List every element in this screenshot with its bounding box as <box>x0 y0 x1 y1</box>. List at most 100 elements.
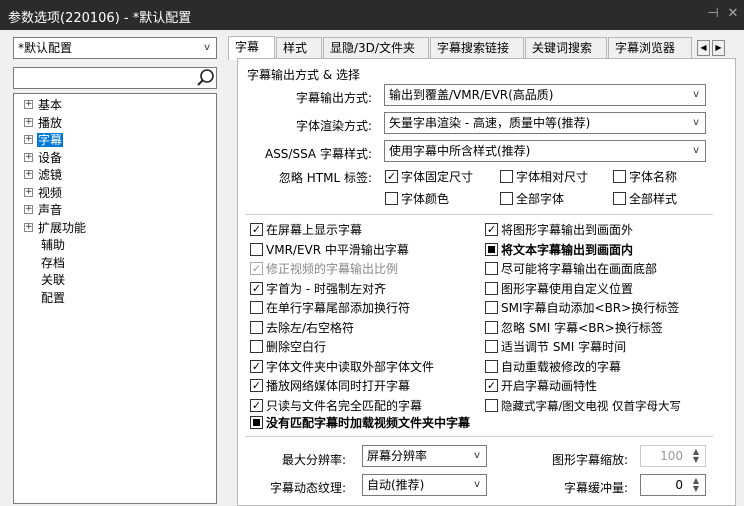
checkbox-box[interactable] <box>613 192 626 205</box>
ignore-all-fonts-checkbox[interactable]: 全部字体 <box>500 190 564 208</box>
option-checkbox[interactable]: 去除左/右空格符 <box>250 319 354 337</box>
checkbox-box[interactable] <box>485 223 498 236</box>
ignore-font-relative-size-checkbox[interactable]: 字体相对尺寸 <box>500 168 588 186</box>
option-checkbox[interactable]: 将文本字幕输出到画面内 <box>485 241 633 259</box>
option-checkbox[interactable]: 在屏幕上显示字幕 <box>250 221 362 239</box>
tab-style[interactable]: 样式 <box>276 37 322 59</box>
render-method-select[interactable]: 矢量字串渲染 - 高速，质量中等(推荐) v <box>384 112 706 134</box>
checkbox-box[interactable] <box>485 359 498 373</box>
checkbox-box[interactable] <box>485 301 498 314</box>
tree-item-video[interactable]: + 视频 <box>24 185 63 202</box>
output-method-select[interactable]: 输出到覆盖/VMR/EVR(高品质) v <box>384 84 706 106</box>
tree-item-config[interactable]: 配置 <box>40 290 66 307</box>
option-checkbox[interactable]: 修正视频的字幕输出比例 <box>250 260 398 278</box>
checkbox-box[interactable] <box>385 170 398 183</box>
title-bar: 参数选项(220106) - *默认配置 ⊣ ✕ <box>0 0 744 30</box>
ignore-font-color-checkbox[interactable]: 字体颜色 <box>385 190 449 208</box>
option-checkbox[interactable]: 开启字幕动画特性 <box>485 377 597 395</box>
checkbox-box[interactable] <box>485 398 498 412</box>
ignore-font-name-checkbox[interactable]: 字体名称 <box>613 168 677 186</box>
spinner-arrows-icon[interactable]: ▲ ▼ <box>689 448 703 464</box>
checkbox-box[interactable] <box>250 340 263 353</box>
expand-icon[interactable]: + <box>24 205 33 214</box>
checkbox-box[interactable] <box>250 262 263 275</box>
checkbox-box[interactable] <box>485 242 498 256</box>
max-resolution-label: 最大分辨率: <box>281 453 346 467</box>
checkbox-box[interactable] <box>500 192 513 205</box>
checkbox-box[interactable] <box>250 416 263 429</box>
tree-item-association[interactable]: 关联 <box>40 272 66 289</box>
pin-icon[interactable]: ⊣ <box>704 5 722 23</box>
checkbox-box[interactable] <box>250 242 263 256</box>
checkbox-box[interactable] <box>385 192 398 205</box>
ignore-font-fixed-size-checkbox[interactable]: 字体固定尺寸 <box>385 168 473 186</box>
tree-item-label: 存档 <box>41 255 66 270</box>
option-checkbox[interactable]: 适当调节 SMI 字幕时间 <box>485 338 626 356</box>
close-icon[interactable]: ✕ <box>724 5 742 23</box>
option-checkbox[interactable]: 图形字幕使用自定义位置 <box>485 280 633 298</box>
checkbox-box[interactable] <box>485 379 498 392</box>
expand-icon[interactable]: + <box>24 187 33 197</box>
checkbox-box[interactable] <box>250 379 263 392</box>
checkbox-box[interactable] <box>500 170 513 183</box>
expand-icon[interactable]: + <box>24 152 33 162</box>
sidebar-search-input[interactable] <box>13 67 217 89</box>
option-checkbox[interactable]: 尽可能将字幕输出在画面底部 <box>485 260 657 278</box>
checkbox-box[interactable] <box>485 340 498 353</box>
tab-scroll-left-icon[interactable]: ◀ <box>697 40 710 56</box>
max-resolution-select[interactable]: 屏幕分辨率 v <box>362 445 487 467</box>
option-checkbox[interactable]: 只读与文件名完全匹配的字幕 <box>250 397 422 415</box>
option-checkbox[interactable]: VMR/EVR 中平滑输出字幕 <box>250 241 409 259</box>
tree-item-basic[interactable]: + 基本 <box>24 97 63 114</box>
option-checkbox[interactable]: 字体文件夹中读取外部字体文件 <box>250 358 434 376</box>
profile-select[interactable]: *默认配置 v <box>13 37 217 59</box>
spinner-arrows-icon[interactable]: ▲ ▼ <box>689 477 703 493</box>
tab-subtitle-search-links[interactable]: 字幕搜索链接 <box>430 37 524 59</box>
option-checkbox[interactable]: 播放网络媒体同时打开字幕 <box>250 377 410 395</box>
checkbox-box[interactable] <box>250 223 263 236</box>
tree-item-assist[interactable]: 辅助 <box>40 237 66 254</box>
checkbox-box[interactable] <box>613 170 626 183</box>
settings-tree: + 基本 + 播放 + 字幕 + 设备 + 滤镜 + 视频 + 声音 + 扩展功能 辅助 存档 … <box>13 93 217 504</box>
tab-visibility-3d-folder[interactable]: 显隐/3D/文件夹 <box>323 37 429 59</box>
option-checkbox[interactable]: 字首为 - 时强制左对齐 <box>250 280 386 298</box>
checkbox-box[interactable] <box>250 301 263 314</box>
tree-item-filters[interactable]: + 滤镜 <box>24 167 63 184</box>
tree-item-archive[interactable]: 存档 <box>40 255 66 272</box>
load-folder-subtitles-checkbox[interactable]: 没有匹配字幕时加载视频文件夹中字幕 <box>250 414 470 432</box>
tree-item-extensions[interactable]: + 扩展功能 <box>24 220 87 237</box>
option-checkbox[interactable]: 将图形字幕输出到画面外 <box>485 221 633 239</box>
option-checkbox[interactable]: 自动重载被修改的字幕 <box>485 358 621 376</box>
subtitle-buffer-spinner[interactable]: 0 ▲ ▼ <box>640 474 706 496</box>
search-icon[interactable] <box>195 66 217 90</box>
option-checkbox[interactable]: 删除空白行 <box>250 338 326 356</box>
option-checkbox[interactable]: SMI字幕自动添加<BR>换行标签 <box>485 299 679 317</box>
tab-scroll-right-icon[interactable]: ▶ <box>712 40 725 56</box>
option-checkbox[interactable]: 隐藏式字幕/图文电视 仅首字母大写 <box>485 397 681 415</box>
checkbox-box[interactable] <box>485 281 498 295</box>
tree-item-device[interactable]: + 设备 <box>24 150 63 167</box>
checkbox-box[interactable] <box>250 398 263 412</box>
ignore-all-styles-checkbox[interactable]: 全部样式 <box>613 190 677 208</box>
tree-item-subtitles[interactable]: + 字幕 <box>24 132 64 149</box>
option-checkbox[interactable]: 忽略 SMI 字幕<BR>换行标签 <box>485 319 663 337</box>
tab-subtitles[interactable]: 字幕 <box>228 36 275 60</box>
dynamic-texture-select[interactable]: 自动(推荐) v <box>362 474 487 496</box>
expand-icon[interactable]: + <box>24 100 33 109</box>
tab-keyword-search[interactable]: 关键词搜索 <box>525 37 607 59</box>
graphic-subtitle-scale-spinner[interactable]: 100 ▲ ▼ <box>640 445 706 467</box>
option-checkbox[interactable]: 在单行字幕尾部添加换行符 <box>250 299 410 317</box>
tree-item-audio[interactable]: + 声音 <box>24 202 63 219</box>
tab-subtitle-browser[interactable]: 字幕浏览器 <box>608 37 692 59</box>
checkbox-box[interactable] <box>250 320 263 334</box>
checkbox-box[interactable] <box>250 281 263 295</box>
expand-icon[interactable]: + <box>24 135 33 144</box>
checkbox-box[interactable] <box>485 262 498 275</box>
tree-item-playback[interactable]: + 播放 <box>24 115 63 132</box>
checkbox-box[interactable] <box>250 359 263 373</box>
expand-icon[interactable]: + <box>24 222 33 232</box>
checkbox-box[interactable] <box>485 320 498 334</box>
expand-icon[interactable]: + <box>24 117 33 127</box>
ass-style-select[interactable]: 使用字幕中所含样式(推荐) v <box>384 140 706 162</box>
expand-icon[interactable]: + <box>24 170 33 179</box>
